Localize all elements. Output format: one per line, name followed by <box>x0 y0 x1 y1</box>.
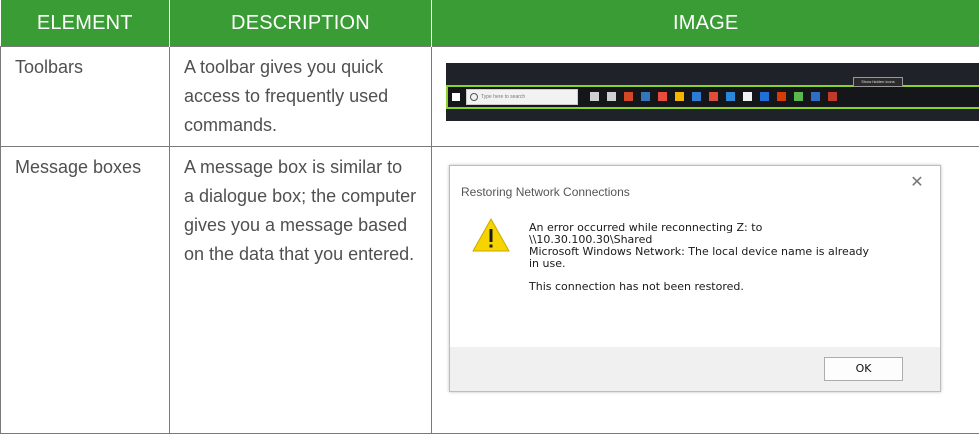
dialog-status: This connection has not been restored. <box>529 281 929 293</box>
app-icon-11[interactable] <box>828 92 837 101</box>
description-cell: A message box is similar to a dialogue b… <box>170 147 432 434</box>
table-row: Message boxes A message box is similar t… <box>1 147 979 434</box>
app-icon-6[interactable] <box>743 92 752 101</box>
element-cell: Message boxes <box>1 147 170 434</box>
image-cell: Restoring Network Connections ✕ An error… <box>432 147 979 434</box>
ok-button[interactable]: OK <box>824 357 903 381</box>
header-description: DESCRIPTION <box>170 0 432 47</box>
taskbar-tooltip: Show hidden icons <box>853 77 903 87</box>
app-icon-8[interactable] <box>777 92 786 101</box>
header-element: ELEMENT <box>1 0 170 47</box>
mic-icon[interactable] <box>590 92 599 101</box>
app-icon-3[interactable] <box>692 92 701 101</box>
app-icon-10[interactable] <box>811 92 820 101</box>
message-line: Microsoft Windows Network: The local dev… <box>529 246 929 258</box>
message-box: Restoring Network Connections ✕ An error… <box>449 165 941 392</box>
element-cell: Toolbars <box>1 47 170 147</box>
taskbar: Type here to search Show hidden icons <box>446 85 979 109</box>
windows-start-icon[interactable] <box>452 93 460 101</box>
gui-elements-table: ELEMENT DESCRIPTION IMAGE Toolbars A too… <box>0 0 979 434</box>
dialog-title: Restoring Network Connections <box>461 178 630 207</box>
app-icon-7[interactable] <box>760 92 769 101</box>
table-row: Toolbars A toolbar gives you quick acces… <box>1 47 979 147</box>
app-icon-4[interactable] <box>709 92 718 101</box>
search-icon <box>470 93 478 101</box>
app-icon-9[interactable] <box>794 92 803 101</box>
app-icon-5[interactable] <box>726 92 735 101</box>
dialog-message: An error occurred while reconnecting Z: … <box>529 222 929 293</box>
app-icon-2[interactable] <box>658 92 667 101</box>
edge-icon[interactable] <box>641 92 650 101</box>
app-icon-1[interactable] <box>624 92 633 101</box>
taskbar-search-box[interactable]: Type here to search <box>466 89 578 105</box>
table-header-row: ELEMENT DESCRIPTION IMAGE <box>1 0 979 47</box>
header-image: IMAGE <box>432 0 979 47</box>
dialog-footer: OK <box>450 347 940 391</box>
description-cell: A toolbar gives you quick access to freq… <box>170 47 432 147</box>
taskbar-screenshot: Type here to search Show hidden icons <box>446 63 979 121</box>
search-placeholder: Type here to search <box>481 94 525 100</box>
chrome-icon[interactable] <box>675 92 684 101</box>
warning-icon <box>472 218 510 252</box>
message-line: in use. <box>529 258 929 270</box>
image-cell: Type here to search Show hidden icons <box>432 47 979 147</box>
close-icon[interactable]: ✕ <box>908 173 926 191</box>
task-view-icon[interactable] <box>607 92 616 101</box>
